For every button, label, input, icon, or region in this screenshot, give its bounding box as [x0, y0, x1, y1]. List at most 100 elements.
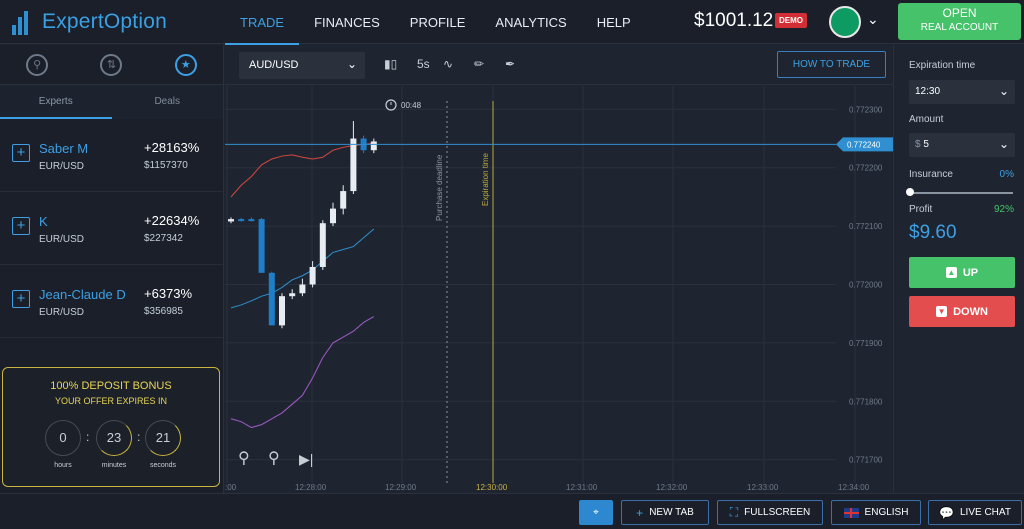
open-label: OPEN	[942, 6, 977, 20]
hours-value: 0	[45, 420, 81, 456]
expert-percent: +6373%	[144, 286, 193, 301]
expert-pair: EUR/USD	[39, 234, 85, 245]
trade-panel: Expiration time 12:30 ⌄ Amount $ 5 ⌄ Ins…	[893, 45, 1024, 493]
account-balance[interactable]: $1001.12	[694, 10, 773, 32]
profit-amount: $9.60	[909, 222, 957, 243]
seconds-label: seconds	[149, 462, 177, 469]
lower-band-line	[230, 316, 375, 429]
hours-label: hours	[54, 462, 72, 469]
candle-body	[258, 219, 265, 273]
time-tick-label: 12:28:00	[295, 483, 327, 492]
chevron-down-icon: ⌄	[998, 84, 1009, 98]
add-expert-icon[interactable]: +	[12, 290, 30, 308]
new-tab-button[interactable]: + NEW TAB	[621, 500, 709, 525]
time-tick-label: 12:32:00	[656, 483, 688, 492]
profit-label: Profit	[909, 204, 933, 215]
arrow-down-icon: ▼	[936, 306, 948, 317]
chart-toolbar: AUD/USD ⌄ ▮▯ 5s ∿ ✏ ✒ HOW TO TRADE	[225, 45, 893, 85]
nav-profile[interactable]: PROFILE	[395, 0, 481, 44]
amount-input[interactable]: $ 5 ⌄	[909, 133, 1015, 157]
minutes-value: 23	[96, 420, 132, 456]
currency-symbol: $	[915, 139, 921, 150]
add-expert-icon[interactable]: +	[12, 217, 30, 235]
chat-icon: 💬	[939, 505, 954, 520]
real-account-label: REAL ACCOUNT	[920, 22, 999, 33]
price-tick-label: 0.772000	[849, 281, 883, 290]
experts-subtabs: Experts Deals	[0, 85, 223, 119]
down-button[interactable]: ▼ DOWN	[909, 296, 1015, 327]
tab-trends[interactable]: ⇅	[74, 45, 148, 84]
nav-analytics[interactable]: ANALYTICS	[480, 0, 581, 44]
expert-row[interactable]: + Jean-Claude D EUR/USD +6373% $356985	[0, 265, 223, 338]
expert-amount: $1157370	[144, 160, 188, 171]
candle-body	[238, 219, 245, 222]
fullscreen-button[interactable]: ⛶ FULLSCREEN	[717, 500, 823, 525]
nav-trade[interactable]: TRADE	[225, 0, 300, 45]
open-real-account-button[interactable]: OPEN REAL ACCOUNT	[898, 3, 1021, 40]
current-price-tag: 0.772240	[836, 137, 893, 152]
arrow-up-icon: ▲	[945, 267, 957, 278]
avatar[interactable]	[829, 6, 861, 38]
bonus-title: 100% DEPOSIT BONUS	[50, 380, 172, 392]
nav-finances[interactable]: FINANCES	[299, 0, 395, 44]
expiration-time-value: 12:30	[915, 86, 941, 97]
top-bar: ExpertOption TRADE FINANCES PROFILE ANAL…	[0, 0, 1024, 45]
chevron-down-icon[interactable]: ⌄	[867, 11, 879, 28]
time-tick-label: 12:30:00	[476, 483, 508, 492]
candle-body	[268, 272, 275, 326]
price-chart[interactable]: Purchase deadline Expiration time 00:48 …	[225, 86, 893, 493]
countdown-value: 00:48	[401, 101, 422, 110]
tab-deals[interactable]: Deals	[112, 85, 224, 119]
add-expert-icon[interactable]: +	[12, 144, 30, 162]
candle-body	[279, 296, 285, 326]
candle-body	[309, 266, 316, 285]
live-chat-button[interactable]: 💬 LIVE CHAT	[928, 500, 1022, 525]
tab-experts[interactable]: ★	[149, 45, 223, 84]
indicators-icon[interactable]: ∿	[443, 57, 453, 71]
expert-row[interactable]: + Saber M EUR/USD +28163% $1157370	[0, 119, 223, 192]
tab-experts-list[interactable]: Experts	[0, 85, 112, 119]
bonus-subtitle: YOUR OFFER EXPIRES IN	[54, 396, 168, 406]
ruler-icon[interactable]: ✏	[474, 57, 484, 71]
seconds-value: 21	[145, 420, 181, 456]
zoom-out-icon: ⚲	[238, 450, 250, 467]
expert-pair: EUR/USD	[39, 307, 85, 318]
up-button[interactable]: ▲ UP	[909, 257, 1015, 288]
how-to-trade-button[interactable]: HOW TO TRADE	[777, 51, 886, 78]
trends-icon: ⇅	[100, 53, 123, 76]
main-nav: TRADE FINANCES PROFILE ANALYTICS HELP	[225, 0, 646, 45]
live-chat-label: LIVE CHAT	[960, 507, 1011, 518]
expert-name: Jean-Claude D	[39, 287, 126, 302]
expert-percent: +28163%	[144, 140, 200, 155]
chevron-down-icon: ⌄	[346, 57, 357, 71]
skip-to-end-icon: ▶|	[299, 451, 313, 467]
nav-help[interactable]: HELP	[582, 0, 646, 44]
insurance-slider[interactable]	[910, 192, 1013, 194]
timer-separator: :	[86, 430, 90, 444]
insurance-slider-handle[interactable]	[906, 188, 914, 196]
center-chart-button[interactable]: ⌖	[579, 500, 613, 525]
timeframe-button[interactable]: 5s	[417, 57, 430, 71]
expiration-time-label: Expiration time	[909, 60, 976, 71]
timer-separator: :	[137, 430, 141, 444]
chart-type-icon[interactable]: ▮▯	[384, 57, 397, 71]
tab-search[interactable]: ⚲	[0, 45, 74, 84]
logo[interactable]: ExpertOption	[12, 7, 167, 37]
expert-name: Saber M	[39, 141, 89, 156]
chart-area: AUD/USD ⌄ ▮▯ 5s ∿ ✏ ✒ HOW TO TRADE Purch…	[225, 45, 893, 493]
language-button[interactable]: ENGLISH	[831, 500, 921, 525]
time-tick-label: 12:29:00	[385, 483, 417, 492]
language-label: ENGLISH	[864, 507, 909, 518]
asset-select[interactable]: AUD/USD ⌄	[239, 52, 365, 79]
time-axis: :00 12:28:00 12:29:00 12:30:00 12:31:00 12:32…	[225, 483, 870, 492]
deposit-bonus-box[interactable]: 100% DEPOSIT BONUS YOUR OFFER EXPIRES IN…	[2, 367, 220, 487]
expert-percent: +22634%	[144, 213, 200, 228]
current-price-label: 0.772240	[847, 140, 881, 149]
time-tick-label: :00	[225, 483, 237, 492]
pencil-icon[interactable]: ✒	[505, 57, 515, 71]
asset-select-value: AUD/USD	[249, 59, 299, 71]
expiration-time-select[interactable]: 12:30 ⌄	[909, 80, 1015, 104]
price-tick-label: 0.772100	[849, 222, 883, 231]
price-axis: 0.772300 0.772200 0.772100 0.772000 0.771900…	[849, 105, 883, 464]
expert-row[interactable]: + K EUR/USD +22634% $227342	[0, 192, 223, 265]
